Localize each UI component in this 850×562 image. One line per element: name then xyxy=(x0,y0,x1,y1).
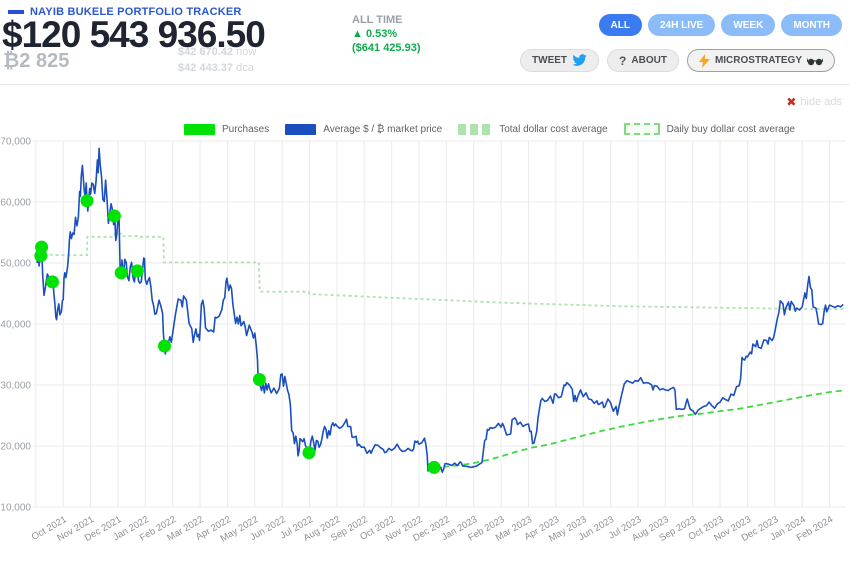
about-label: ABOUT xyxy=(631,55,667,66)
range-button-all[interactable]: ALL xyxy=(598,14,642,36)
price-now-suffix: now xyxy=(236,46,257,58)
tweet-label: TWEET xyxy=(532,55,568,66)
portfolio-chart[interactable]: 70,000 60,000 50,000 40,000 30,000 20,000 10,0… xyxy=(0,110,850,562)
price-now-value: $42 670.42 xyxy=(178,46,234,58)
price-dca-value: $42 443.37 xyxy=(178,62,234,74)
change-percent: ▲ 0.53% xyxy=(352,28,398,40)
tweet-button[interactable]: TWEET xyxy=(520,49,600,72)
price-summary: $42 670.42 now $42 443.37 dca xyxy=(178,44,256,76)
glasses-icon xyxy=(807,57,823,65)
header-divider xyxy=(0,84,850,85)
change-usd: ($641 425.93) xyxy=(352,42,421,54)
svg-text:40,000: 40,000 xyxy=(0,320,31,331)
hide-ads-label: hide ads xyxy=(800,96,842,108)
price-now-row: $42 670.42 now xyxy=(178,44,256,60)
svg-text:10,000: 10,000 xyxy=(0,503,31,514)
nayib-bukele-portfolio-tracker: NAYIB BUKELE PORTFOLIO TRACKER $120 543 … xyxy=(0,0,850,562)
period-label: ALL TIME xyxy=(352,14,403,26)
close-icon: ✖ xyxy=(786,95,797,109)
svg-text:50,000: 50,000 xyxy=(0,259,31,270)
range-selector: ALL 24H LIVE WEEK MONTH xyxy=(598,14,842,36)
range-button-24h-live[interactable]: 24H LIVE xyxy=(647,14,716,36)
svg-text:20,000: 20,000 xyxy=(0,442,31,453)
price-dca-row: $42 443.37 dca xyxy=(178,60,256,76)
lightning-bolt-icon xyxy=(698,53,710,68)
performance-summary: ALL TIME ▲ 0.53% ($641 425.93) xyxy=(352,13,421,55)
svg-text:70,000: 70,000 xyxy=(0,137,31,148)
microstrategy-label: MICROSTRATEGY xyxy=(714,55,802,66)
twitter-bird-icon xyxy=(572,54,587,66)
microstrategy-button[interactable]: MICROSTRATEGY xyxy=(686,49,835,72)
svg-text:60,000: 60,000 xyxy=(0,198,31,209)
about-button[interactable]: ? ABOUT xyxy=(607,49,679,72)
hide-ads-link[interactable]: ✖ hide ads xyxy=(786,95,842,109)
svg-text:30,000: 30,000 xyxy=(0,381,31,392)
action-buttons: TWEET ? ABOUT MICROSTRATEGY xyxy=(520,49,835,72)
range-button-month[interactable]: MONTH xyxy=(781,14,842,36)
range-button-week[interactable]: WEEK xyxy=(721,14,776,36)
price-dca-suffix: dca xyxy=(236,62,254,74)
portfolio-total-btc: ₿2 825 xyxy=(3,50,70,72)
question-mark-icon: ? xyxy=(619,53,627,68)
